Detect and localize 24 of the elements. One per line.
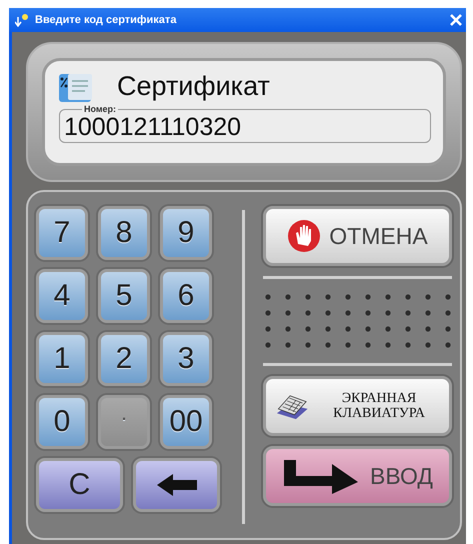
app-icon <box>15 13 29 27</box>
window-title: Введите код сертификата <box>35 14 178 26</box>
keypad-key[interactable]: 1 <box>36 332 88 386</box>
number-field[interactable]: Номер: 1000121110320 <box>59 104 431 143</box>
keypad-key[interactable]: 6 <box>160 269 212 323</box>
certificate-icon <box>59 72 93 102</box>
keypad-key[interactable]: 0 <box>36 395 88 449</box>
backspace-button[interactable] <box>133 458 220 512</box>
keypad-key[interactable]: 5 <box>98 269 150 323</box>
enter-button[interactable]: ВВОД <box>263 446 452 506</box>
display-title: Сертификат <box>117 71 270 102</box>
left-arrow-icon <box>154 472 198 498</box>
keypad-key[interactable]: 4 <box>36 269 88 323</box>
keypad-key[interactable]: 8 <box>98 206 150 260</box>
stop-hand-icon <box>287 219 322 253</box>
screen-keyboard-button[interactable]: ЭКРАННАЯ КЛАВИАТУРА <box>263 376 452 436</box>
cancel-button[interactable]: ОТМЕНА <box>263 206 452 266</box>
keypad-key[interactable]: 7 <box>36 206 88 260</box>
clear-button[interactable]: C <box>36 458 123 512</box>
close-icon[interactable] <box>450 14 462 26</box>
keypad-key[interactable]: 3 <box>160 332 212 386</box>
keypad-key[interactable]: 00 <box>160 395 212 449</box>
keypad-key[interactable]: 2 <box>98 332 150 386</box>
keypad-key[interactable]: 9 <box>160 206 212 260</box>
